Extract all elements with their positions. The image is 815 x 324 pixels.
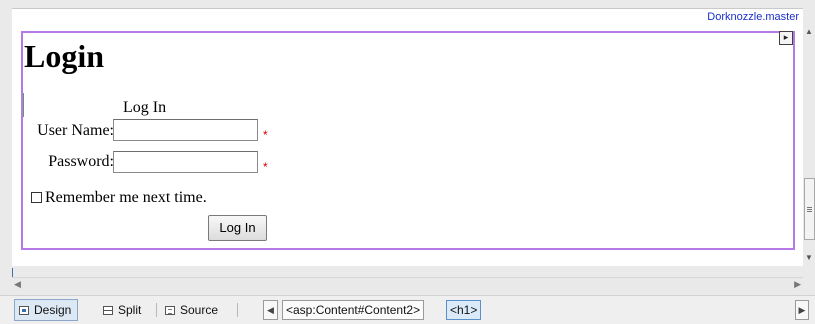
tag-crumb-content[interactable]: <asp:Content#Content2> — [282, 300, 425, 320]
view-bar: Design Split Source ◀ <asp:Content#Conte… — [0, 295, 815, 324]
source-view-icon — [165, 306, 175, 315]
divider — [156, 303, 157, 317]
master-page-tag[interactable]: Dorknozzle.master — [701, 9, 803, 27]
remember-me-label: Remember me next time. — [45, 189, 207, 206]
username-label: User Name: — [37, 122, 114, 139]
tab-design-label: Design — [34, 303, 72, 317]
arrow-up-icon[interactable]: ▲ — [805, 28, 813, 36]
login-button[interactable]: Log In — [208, 215, 267, 241]
vertical-scrollbar[interactable]: ▲ ▼ — [803, 26, 815, 268]
design-surface[interactable]: Dorknozzle.master ▸ Login Log In User Na… — [12, 8, 803, 266]
selection-marker — [23, 93, 24, 117]
chevron-right-icon[interactable]: ▸ — [779, 31, 793, 45]
login-control-title: Log In — [123, 99, 167, 116]
divider — [237, 303, 238, 317]
tag-nav-right-button[interactable]: ▶ — [795, 300, 809, 320]
password-input[interactable] — [113, 151, 258, 173]
arrow-down-icon[interactable]: ▼ — [805, 254, 813, 262]
design-view-icon — [19, 306, 29, 315]
horizontal-scrollbar[interactable]: ◀ ▶ — [12, 277, 803, 291]
password-label: Password: — [48, 153, 114, 170]
tab-source[interactable]: Source — [160, 299, 225, 321]
vertical-scroll-thumb[interactable] — [804, 178, 815, 240]
tag-nav-left-button[interactable]: ◀ — [263, 300, 278, 320]
tab-design[interactable]: Design — [14, 299, 79, 321]
tag-crumb-h1[interactable]: <h1> — [446, 300, 482, 320]
arrow-left-icon[interactable]: ◀ — [14, 279, 21, 290]
split-view-icon — [103, 306, 113, 315]
arrow-right-icon[interactable]: ▶ — [794, 279, 801, 290]
tab-source-label: Source — [180, 303, 219, 317]
username-required-marker: * — [263, 128, 268, 142]
tab-split[interactable]: Split — [98, 299, 148, 321]
grip-icon — [807, 207, 812, 208]
tab-split-label: Split — [118, 303, 142, 317]
password-required-marker: * — [263, 160, 268, 174]
remember-me-checkbox[interactable] — [31, 192, 42, 203]
page-title[interactable]: Login — [24, 38, 104, 74]
content-placeholder-region[interactable]: ▸ Login Log In User Name: * Password: * … — [21, 31, 795, 250]
remember-me-row[interactable]: Remember me next time. — [31, 189, 207, 207]
username-input[interactable] — [113, 119, 258, 141]
